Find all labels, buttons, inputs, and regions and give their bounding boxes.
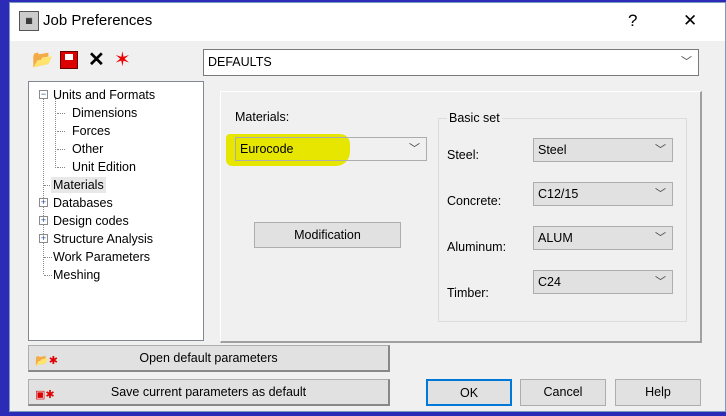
- tree-item[interactable]: Other: [72, 141, 103, 157]
- tree-item[interactable]: Structure Analysis: [53, 231, 153, 247]
- combo-value: C12/15: [538, 187, 579, 201]
- save-default-parameters-button[interactable]: ▣✱ Save current parameters as default: [28, 379, 390, 406]
- materials-label: Materials:: [235, 110, 290, 124]
- tree-connector: [44, 257, 52, 258]
- title-bar: ▦ Job Preferences ? ✕: [10, 3, 725, 41]
- tree-item[interactable]: Unit Edition: [72, 159, 136, 175]
- help-button[interactable]: Help: [615, 379, 701, 406]
- chevron-down-icon: ﹀: [655, 232, 666, 244]
- combo-value: ALUM: [538, 231, 573, 245]
- app-icon: ▦: [19, 11, 39, 31]
- materials-combo[interactable]: Eurocode ﹀: [235, 137, 427, 161]
- basic-set-label: Aluminum:: [447, 240, 507, 254]
- materials-value: Eurocode: [240, 142, 294, 156]
- chevron-down-icon: ﹀: [655, 276, 666, 288]
- collapse-icon[interactable]: −: [39, 90, 48, 99]
- delete-icon[interactable]: ✕: [88, 47, 105, 72]
- chevron-down-icon: ﹀: [681, 56, 692, 68]
- tree-item[interactable]: Meshing: [53, 267, 100, 283]
- preset-combo[interactable]: DEFAULTS ﹀: [203, 49, 699, 76]
- basic-set-combo[interactable]: Steel ﹀: [533, 138, 673, 162]
- chevron-down-icon: ﹀: [655, 144, 666, 156]
- basic-set-combo[interactable]: ALUM ﹀: [533, 226, 673, 250]
- basic-set-title: Basic set: [447, 111, 502, 125]
- tree-item[interactable]: Databases: [53, 195, 113, 211]
- preset-value: DEFAULTS: [208, 55, 272, 69]
- job-preferences-dialog: ▦ Job Preferences ? ✕ 📂 ✕ ✶ DEFAULTS ﹀ −…: [9, 2, 726, 412]
- combo-value: C24: [538, 275, 561, 289]
- save-icon: ▣✱: [35, 389, 55, 401]
- tree-connector: [57, 113, 65, 114]
- save-icon[interactable]: [60, 51, 78, 69]
- modification-button[interactable]: Modification: [254, 222, 401, 248]
- help-title-button[interactable]: ?: [628, 11, 637, 31]
- basic-set-label: Steel:: [447, 148, 479, 162]
- reset-icon[interactable]: ✶: [114, 47, 131, 72]
- basic-set-combo[interactable]: C24 ﹀: [533, 270, 673, 294]
- expand-icon[interactable]: +: [39, 198, 48, 207]
- save-default-label: Save current parameters as default: [110, 385, 307, 399]
- tree-item[interactable]: Dimensions: [72, 105, 137, 121]
- tree-item[interactable]: Units and Formats: [53, 87, 155, 103]
- tree-connector: [57, 149, 65, 150]
- chevron-down-icon: ﹀: [655, 188, 666, 200]
- open-default-parameters-button[interactable]: 📂✱ Open default parameters: [28, 345, 390, 372]
- tree-item[interactable]: Forces: [72, 123, 110, 139]
- tree-connector: [44, 275, 52, 276]
- combo-value: Steel: [538, 143, 567, 157]
- close-button[interactable]: ✕: [683, 11, 697, 31]
- open-default-label: Open default parameters: [139, 351, 278, 365]
- window-title: Job Preferences: [43, 12, 153, 29]
- tree-connector: [57, 167, 65, 168]
- expand-icon[interactable]: +: [39, 234, 48, 243]
- category-tree[interactable]: − Units and Formats Dimensions Forces Other U…: [28, 81, 204, 341]
- open-folder-icon: 📂✱: [35, 355, 58, 367]
- basic-set-group: Basic set Steel: Steel ﹀ Concrete: C12/15 ﹀ Al…: [438, 111, 687, 322]
- tree-connector: [57, 131, 65, 132]
- chevron-down-icon: ﹀: [409, 143, 420, 155]
- open-folder-icon[interactable]: 📂: [32, 50, 53, 70]
- tree-item[interactable]: Materials: [51, 177, 106, 193]
- basic-set-combo[interactable]: C12/15 ﹀: [533, 182, 673, 206]
- cancel-button[interactable]: Cancel: [520, 379, 606, 406]
- basic-set-label: Concrete:: [447, 194, 502, 208]
- ok-button[interactable]: OK: [426, 379, 512, 406]
- expand-icon[interactable]: +: [39, 216, 48, 225]
- tree-item[interactable]: Design codes: [53, 213, 129, 229]
- basic-set-label: Timber:: [447, 286, 489, 300]
- tree-item[interactable]: Work Parameters: [53, 249, 150, 265]
